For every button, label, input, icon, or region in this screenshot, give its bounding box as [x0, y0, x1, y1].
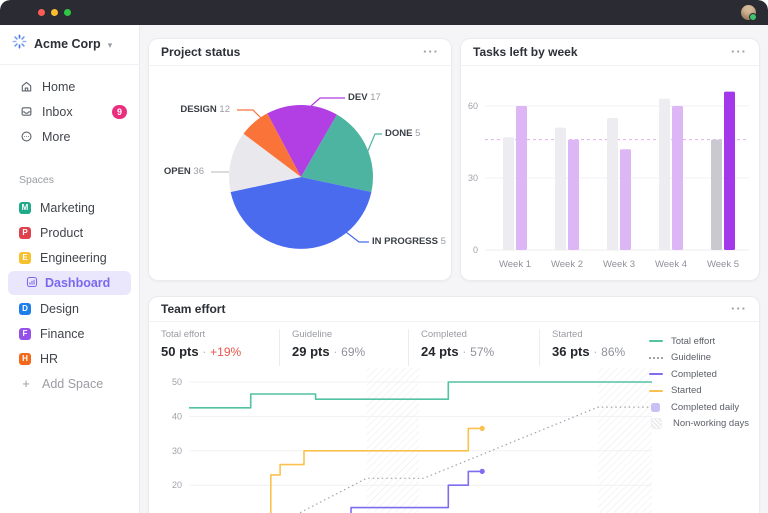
- pie-chart-area: DEV 17 DONE 5 IN PROGRESS 5 OPEN 36 DESI…: [149, 66, 451, 283]
- pie-label-dev: DEV 17: [348, 92, 381, 103]
- close-window-button[interactable]: [38, 9, 45, 16]
- sidebar-item-label: Home: [42, 80, 75, 94]
- svg-text:30: 30: [468, 173, 478, 183]
- svg-text:0: 0: [473, 245, 478, 255]
- sidebar-item-label: More: [42, 130, 70, 144]
- user-avatar[interactable]: [741, 5, 756, 20]
- pie-label-in-progress: IN PROGRESS 5: [372, 236, 446, 247]
- inbox-unread-badge: 9: [112, 105, 127, 119]
- card-title: Team effort: [161, 302, 225, 316]
- sidebar-space-finance[interactable]: F Finance: [0, 321, 139, 346]
- plus-icon: +: [19, 376, 33, 391]
- stat-guideline: Guideline 29 pts · 69%: [279, 329, 408, 366]
- workspace-logo-burst-icon: [12, 34, 27, 54]
- chevron-down-icon: ▾: [108, 40, 113, 51]
- team-effort-card: Team effort ··· Total effort 50 pts · +1…: [148, 296, 760, 513]
- dashboard-main: Project status ···: [140, 25, 768, 513]
- space-avatar: E: [19, 252, 31, 264]
- svg-text:Week 1: Week 1: [499, 259, 531, 270]
- line-swatch-icon: [649, 373, 663, 375]
- legend-item-non-working-days[interactable]: Non-working days: [649, 419, 749, 429]
- more-icon: [19, 130, 33, 143]
- space-label: HR: [40, 352, 58, 366]
- dashboard-chart-icon: [26, 276, 38, 291]
- svg-text:60: 60: [468, 101, 478, 111]
- workspace-name: Acme Corp: [34, 37, 101, 51]
- stat-total-effort: Total effort 50 pts · +19%: [161, 329, 279, 366]
- pie-label-design: DESIGN 12: [180, 104, 230, 115]
- svg-text:Week 4: Week 4: [655, 259, 687, 270]
- space-label: Finance: [40, 327, 84, 341]
- card-menu-ellipsis-icon[interactable]: ···: [731, 304, 747, 314]
- svg-text:20: 20: [172, 480, 182, 490]
- tasks-by-week-card: Tasks left by week ··· 0 30 60 Week 1 Week 2…: [460, 38, 760, 281]
- legend-item-guideline[interactable]: Guideline: [649, 353, 749, 363]
- svg-text:Week 5: Week 5: [707, 259, 739, 270]
- burst-icon: [12, 34, 27, 49]
- space-avatar: M: [19, 202, 31, 214]
- add-space-button[interactable]: + Add Space: [0, 371, 139, 396]
- legend-item-completed[interactable]: Completed: [649, 369, 749, 379]
- line-swatch-icon: [649, 390, 663, 392]
- sidebar-space-marketing[interactable]: M Marketing: [0, 195, 139, 220]
- square-swatch-icon: [651, 403, 660, 412]
- add-space-label: Add Space: [42, 377, 103, 391]
- spaces-heading: Spaces: [0, 149, 139, 195]
- sidebar-item-label: Dashboard: [45, 276, 110, 290]
- dashed-swatch-icon: [649, 357, 663, 359]
- card-title: Project status: [161, 45, 240, 59]
- minimize-window-button[interactable]: [51, 9, 58, 16]
- maximize-window-button[interactable]: [64, 9, 71, 16]
- svg-text:Week 3: Week 3: [603, 259, 635, 270]
- card-menu-ellipsis-icon[interactable]: ···: [423, 47, 439, 57]
- space-label: Marketing: [40, 201, 95, 215]
- space-avatar: D: [19, 303, 31, 315]
- window-titlebar: [0, 0, 768, 25]
- sidebar-item-inbox[interactable]: Inbox 9: [0, 99, 139, 124]
- bar-chart-area: 0 30 60 Week 1 Week 2 Week 3 Week 4 Week 5: [461, 66, 759, 283]
- space-avatar: P: [19, 227, 31, 239]
- pie-label-open: OPEN 36: [164, 166, 204, 177]
- sidebar-item-home[interactable]: Home: [0, 74, 139, 99]
- team-chart-legend: Total effort Guideline Completed Started…: [649, 336, 749, 429]
- sidebar: Acme Corp ▾ Home Inbox 9: [0, 25, 140, 513]
- inbox-icon: [19, 105, 33, 118]
- space-label: Design: [40, 302, 79, 316]
- sidebar-space-engineering[interactable]: E Engineering: [0, 245, 139, 270]
- sidebar-item-label: Inbox: [42, 105, 73, 119]
- legend-item-completed-daily[interactable]: Completed daily: [649, 402, 749, 412]
- card-menu-ellipsis-icon[interactable]: ···: [731, 47, 747, 57]
- legend-item-started[interactable]: Started: [649, 386, 749, 396]
- bar-chart: 0 30 60 Week 1 Week 2 Week 3 Week 4 Week 5: [461, 66, 761, 283]
- sidebar-space-product[interactable]: P Product: [0, 220, 139, 245]
- sidebar-space-hr[interactable]: H HR: [0, 346, 139, 371]
- svg-text:Week 2: Week 2: [551, 259, 583, 270]
- home-icon: [19, 80, 33, 93]
- legend-item-total-effort[interactable]: Total effort: [649, 336, 749, 346]
- workspace-switcher[interactable]: Acme Corp ▾: [0, 34, 139, 65]
- space-avatar: H: [19, 353, 31, 365]
- space-label: Product: [40, 226, 83, 240]
- window-controls: [38, 9, 71, 16]
- sidebar-item-dashboard[interactable]: Dashboard: [8, 271, 131, 295]
- project-status-card: Project status ···: [148, 38, 452, 281]
- team-chart-area: Total effort 50 pts · +19% Guideline 29 …: [149, 322, 759, 513]
- pie-slices: [229, 105, 373, 249]
- card-title: Tasks left by week: [473, 45, 578, 59]
- pie-label-done: DONE 5: [385, 128, 420, 139]
- app-window: Acme Corp ▾ Home Inbox 9: [0, 0, 768, 513]
- sidebar-space-design[interactable]: D Design: [0, 296, 139, 321]
- hatch-swatch-icon: [651, 418, 662, 429]
- space-avatar: F: [19, 328, 31, 340]
- stat-completed: Completed 24 pts · 57%: [408, 329, 539, 366]
- line-swatch-icon: [649, 340, 663, 342]
- svg-text:40: 40: [172, 411, 182, 421]
- space-label: Engineering: [40, 251, 107, 265]
- sidebar-item-more[interactable]: More: [0, 124, 139, 149]
- svg-text:30: 30: [172, 446, 182, 456]
- svg-text:50: 50: [172, 377, 182, 387]
